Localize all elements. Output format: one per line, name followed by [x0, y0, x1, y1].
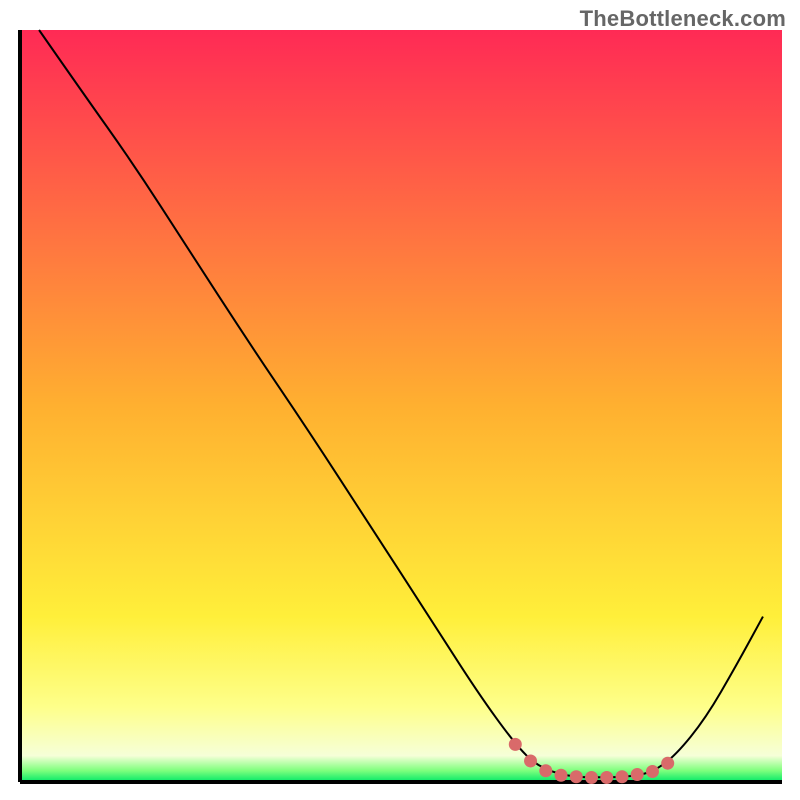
chart-container: TheBottleneck.com — [0, 0, 800, 800]
highlight-dot — [600, 771, 613, 784]
plot-background — [20, 30, 782, 782]
highlight-dot — [555, 769, 568, 782]
highlight-dot — [570, 770, 583, 783]
highlight-dot — [631, 768, 644, 781]
highlight-dot — [646, 765, 659, 778]
highlight-dot — [509, 738, 522, 751]
highlight-dot — [661, 757, 674, 770]
bottleneck-chart — [0, 0, 800, 800]
highlight-dot — [539, 764, 552, 777]
highlight-dot — [615, 770, 628, 783]
highlight-dot — [524, 754, 537, 767]
highlight-dot — [585, 771, 598, 784]
